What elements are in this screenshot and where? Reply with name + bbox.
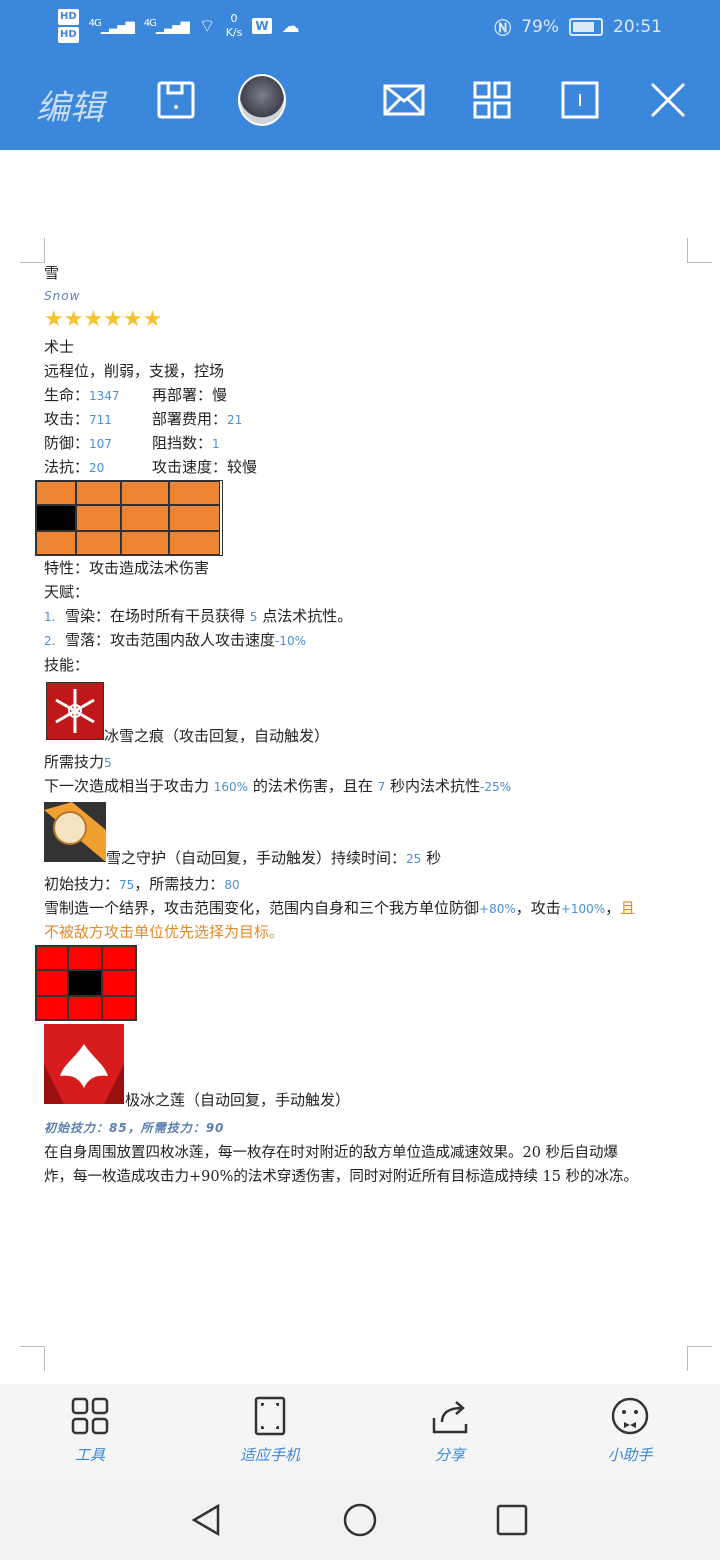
mail-icon[interactable] xyxy=(380,76,428,124)
skill-range-grid xyxy=(35,945,137,1021)
battery-icon xyxy=(569,17,603,36)
skill-2-name: 雪之守护（自动回复，手动触发）持续时间：25 秒 xyxy=(106,849,442,867)
assistant-button[interactable]: 小助手 xyxy=(570,1396,690,1465)
skill-3-desc-1: 在自身周围放置四枚冰莲，每一枚存在时对附近的敌方单位造成减速效果。20 秒后自动… xyxy=(44,1145,619,1161)
tools-button[interactable]: 工具 xyxy=(30,1396,150,1465)
rarity-stars: ★★★★★★ xyxy=(44,307,163,332)
battery-percent: 79% xyxy=(521,16,559,37)
page-corner-mark xyxy=(687,238,712,263)
stat-atkspd: 攻击速度：较慢 xyxy=(152,458,258,476)
stat-redeploy: 再部署：慢 xyxy=(152,386,228,404)
net-speed: 0 K/s xyxy=(225,12,243,39)
clock: 20:51 xyxy=(613,16,662,37)
hd-indicator: HD HD xyxy=(58,8,79,44)
signal-icon-2: 4G▁▃▅▇ xyxy=(143,18,190,34)
stat-def: 防御：107 xyxy=(44,434,112,452)
system-nav-bar xyxy=(0,1480,720,1560)
edit-button[interactable]: 编辑 xyxy=(36,80,104,129)
grid-icon[interactable] xyxy=(468,76,516,124)
tools-icon xyxy=(71,1397,109,1435)
page-corner-mark xyxy=(20,1346,45,1371)
operator-tags: 远程位，削弱，支援，控场 xyxy=(44,362,225,380)
fit-screen-icon xyxy=(254,1396,286,1436)
status-bar: HD HD 4G▁▃▅▇ 4G▁▃▅▇ ⌔ 0 K/s W ☁ Ⓝ 79% 20:5… xyxy=(0,0,720,52)
share-icon xyxy=(432,1401,468,1434)
skill-2-sp: 初始技力：75，所需技力：80 xyxy=(44,875,240,893)
stat-block: 阻挡数：1 xyxy=(152,434,220,452)
fit-phone-button[interactable]: 适应手机 xyxy=(210,1396,330,1465)
cloud-icon: ☁ xyxy=(281,15,300,37)
share-button[interactable]: 分享 xyxy=(390,1396,510,1465)
wps-icon: W xyxy=(252,18,272,34)
operator-class: 术士 xyxy=(44,338,75,356)
operator-name-en: Snow xyxy=(44,289,81,303)
avatar[interactable] xyxy=(238,74,286,126)
home-icon[interactable] xyxy=(342,1502,378,1542)
skill-2-desc-cont: 不被敌方攻击单位优先选择为目标。 xyxy=(44,923,285,941)
signal-icon-1: 4G▁▃▅▇ xyxy=(88,18,135,34)
skills-heading: 技能： xyxy=(44,656,90,674)
wifi-icon: ⌔ xyxy=(198,15,216,37)
page-count-icon[interactable] xyxy=(556,76,604,124)
skill-1-name: 冰雪之痕（攻击回复，自动触发） xyxy=(104,727,330,745)
recents-icon[interactable] xyxy=(494,1502,530,1542)
talent-heading: 天赋： xyxy=(44,583,90,601)
lotus-skill-icon xyxy=(44,1024,124,1104)
page-corner-mark xyxy=(20,238,45,263)
nfc-icon: Ⓝ xyxy=(494,19,512,39)
snowflake-skill-icon xyxy=(46,682,104,740)
close-icon[interactable] xyxy=(644,76,692,124)
talent-2: 2. 雪落：攻击范围内敌人攻击速度-10% xyxy=(44,631,307,649)
skill-1-desc: 下一次造成相当于攻击力 160% 的法术伤害，且在 7 秒内法术抗性-25% xyxy=(44,777,512,795)
stat-res: 法抗：20 xyxy=(44,458,105,476)
talent-1: 1. 雪染：在场时所有干员获得 5 点法术抗性。 xyxy=(44,607,353,625)
stat-cost: 部署费用：21 xyxy=(152,410,243,428)
skill-3-sp: 初始技力：85，所需技力：90 xyxy=(44,1121,225,1135)
document-toolbar: 编辑 xyxy=(0,52,720,150)
skill-3-name: 极冰之莲（自动回复，手动触发） xyxy=(125,1091,351,1109)
bottom-action-bar: 工具 适应手机 分享 小助手 xyxy=(0,1384,720,1480)
stat-atk: 攻击：711 xyxy=(44,410,112,428)
operator-name: 雪 xyxy=(44,264,60,282)
attack-range-grid xyxy=(35,480,223,556)
assistant-icon xyxy=(611,1397,649,1435)
stat-hp: 生命：1347 xyxy=(44,386,120,404)
document-page: 雪 Snow ★★★★★★ 术士 远程位，削弱，支援，控场 生命：1347 再部… xyxy=(0,150,720,1384)
skill-1-sp: 所需技力5 xyxy=(44,753,112,771)
skill-2-desc: 雪制造一个结界，攻击范围变化，范围内自身和三个我方单位防御+80%，攻击+100… xyxy=(44,899,636,917)
save-icon[interactable] xyxy=(152,76,200,124)
page-corner-mark xyxy=(687,1346,712,1371)
back-icon[interactable] xyxy=(188,1502,224,1542)
trait: 特性：攻击造成法术伤害 xyxy=(44,559,210,577)
umbrella-skill-icon xyxy=(44,802,106,862)
skill-3-desc-2: 炸，每一枚造成攻击力+90%的法术穿透伤害，同时对附近所有目标造成持续 15 秒… xyxy=(44,1169,639,1185)
